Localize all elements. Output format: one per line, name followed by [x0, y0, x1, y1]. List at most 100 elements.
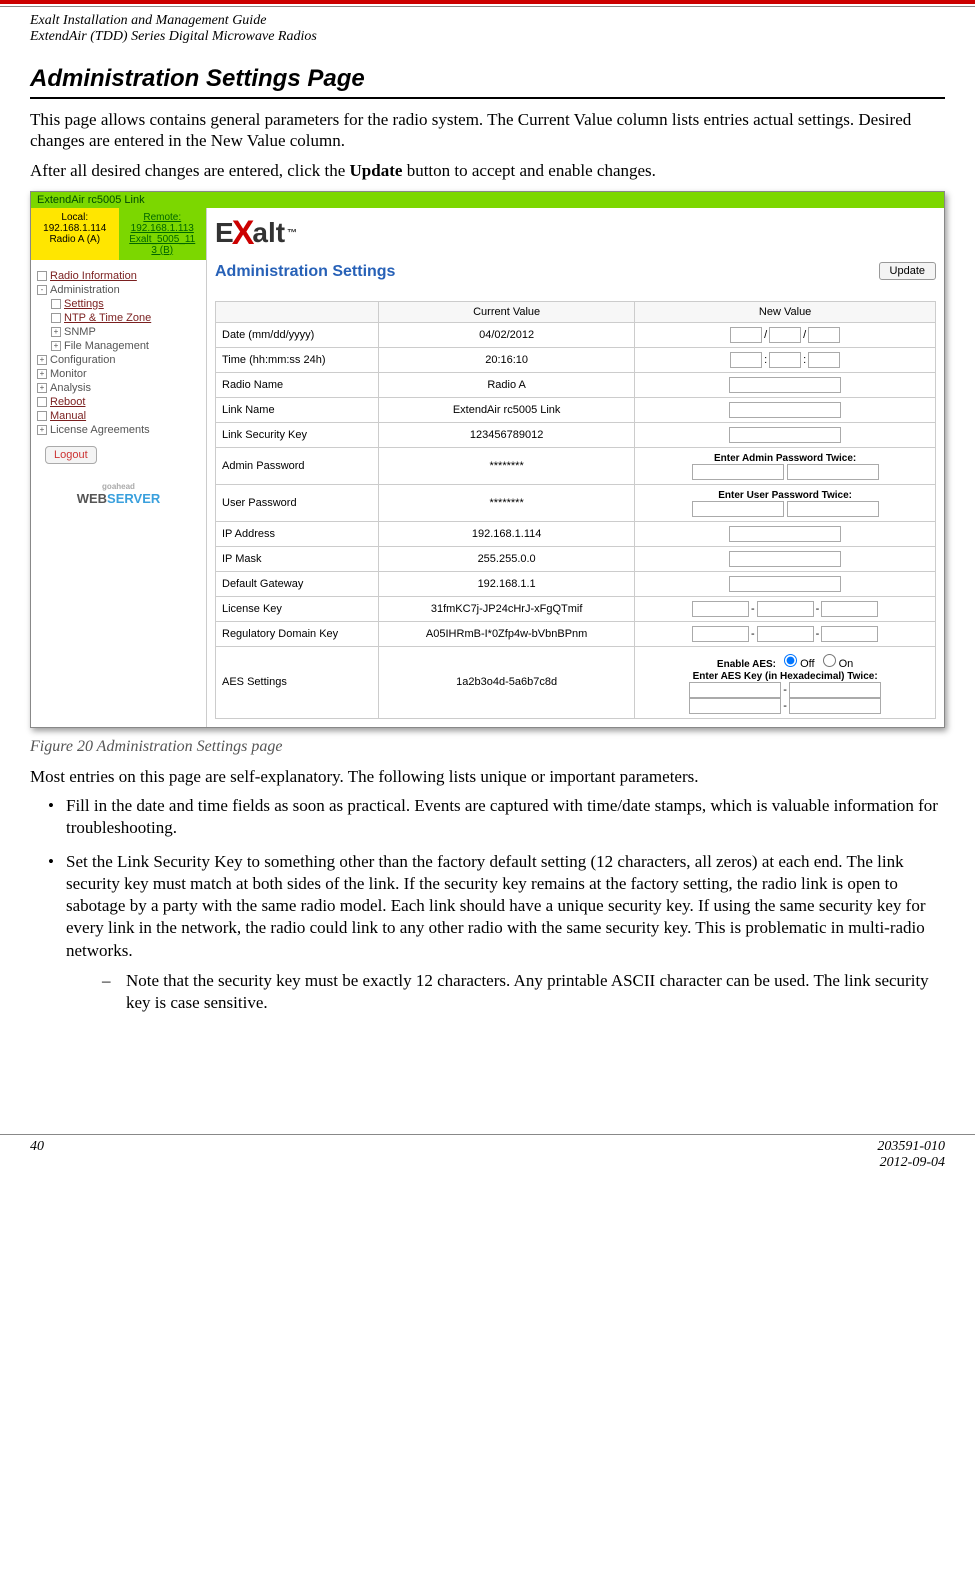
nav-configuration[interactable]: Configuration — [50, 354, 115, 366]
lic-input-2[interactable] — [757, 601, 814, 617]
tree-expand-icon[interactable]: + — [37, 425, 47, 435]
ip-input[interactable] — [729, 526, 841, 542]
header-guide: Exalt Installation and Management Guide — [30, 13, 945, 29]
aes-key-input-1b[interactable] — [789, 682, 881, 698]
aes-key-input-2b[interactable] — [789, 698, 881, 714]
aes-key-input-1a[interactable] — [689, 682, 781, 698]
row-lic-label: License Key — [216, 596, 379, 621]
admin-settings-screenshot: ExtendAir rc5005 Link Local: 192.168.1.1… — [30, 191, 945, 728]
bullet-datetime: Fill in the date and time fields as soon… — [48, 795, 945, 839]
tree-expand-icon[interactable]: + — [51, 327, 61, 337]
lsk-input[interactable] — [729, 427, 841, 443]
time-ss-input[interactable] — [808, 352, 840, 368]
row-reg-label: Regulatory Domain Key — [216, 621, 379, 646]
webserver-logo: goahead WEBSERVER — [37, 482, 200, 506]
row-date-value: 04/02/2012 — [379, 322, 635, 347]
tree-collapse-icon[interactable]: - — [37, 285, 47, 295]
row-mask-value: 255.255.0.0 — [379, 546, 635, 571]
tree-expand-icon[interactable]: + — [51, 341, 61, 351]
time-mm-input[interactable] — [769, 352, 801, 368]
row-reg-value: A05IHRmB-I*0Zfp4w-bVbnBPnm — [379, 621, 635, 646]
row-ip-label: IP Address — [216, 521, 379, 546]
left-sidebar: Local: 192.168.1.114 Radio A (A) Remote:… — [31, 208, 207, 727]
tree-expand-icon[interactable]: + — [37, 355, 47, 365]
local-radio-box[interactable]: Local: 192.168.1.114 Radio A (A) — [31, 208, 119, 260]
tree-expand-icon[interactable]: + — [37, 383, 47, 393]
row-ip-value: 192.168.1.114 — [379, 521, 635, 546]
nav-snmp[interactable]: SNMP — [64, 326, 96, 338]
nav-radio-information[interactable]: Radio Information — [50, 270, 137, 282]
reg-input-3[interactable] — [821, 626, 878, 642]
intro-paragraph-1: This page allows contains general parame… — [30, 109, 945, 152]
date-yyyy-input[interactable] — [808, 327, 840, 343]
nav-tree: Radio Information -Administration Settin… — [31, 260, 206, 514]
date-mm-input[interactable] — [730, 327, 762, 343]
row-date-label: Date (mm/dd/yyyy) — [216, 322, 379, 347]
adminpw-input-1[interactable] — [692, 464, 784, 480]
radioname-input[interactable] — [729, 377, 841, 393]
aes-key-input-2a[interactable] — [689, 698, 781, 714]
page-title: Administration Settings Page — [30, 65, 945, 99]
row-adminpw-value: ******** — [379, 447, 635, 484]
adminpw-input-2[interactable] — [787, 464, 879, 480]
row-adminpw-label: Admin Password — [216, 447, 379, 484]
header-product: ExtendAir (TDD) Series Digital Microwave… — [30, 29, 945, 45]
aes-on-radio[interactable] — [823, 654, 836, 667]
intro-paragraph-2: After all desired changes are entered, c… — [30, 160, 945, 181]
tree-icon — [37, 271, 47, 281]
nav-license-agreements[interactable]: License Agreements — [50, 424, 150, 436]
panel-title: Administration Settings — [215, 263, 879, 281]
row-lsk-value: 123456789012 — [379, 422, 635, 447]
footer-date: 2012-09-04 — [877, 1155, 945, 1171]
row-gw-label: Default Gateway — [216, 571, 379, 596]
reg-input-1[interactable] — [692, 626, 749, 642]
date-dd-input[interactable] — [769, 327, 801, 343]
reg-input-2[interactable] — [757, 626, 814, 642]
update-button[interactable]: Update — [879, 262, 936, 280]
nav-reboot[interactable]: Reboot — [50, 396, 85, 408]
row-radioname-value: Radio A — [379, 372, 635, 397]
col-current-value: Current Value — [379, 301, 635, 322]
tree-icon — [37, 411, 47, 421]
figure-caption: Figure 20 Administration Settings page — [30, 738, 945, 756]
footer-doc-number: 203591-010 — [877, 1139, 945, 1155]
userpw-input-2[interactable] — [787, 501, 879, 517]
tree-expand-icon[interactable]: + — [37, 369, 47, 379]
lic-input-1[interactable] — [692, 601, 749, 617]
row-linkname-label: Link Name — [216, 397, 379, 422]
col-new-value: New Value — [635, 301, 936, 322]
lic-input-3[interactable] — [821, 601, 878, 617]
time-hh-input[interactable] — [730, 352, 762, 368]
row-lic-value: 31fmKC7j-JP24cHrJ-xFgQTmif — [379, 596, 635, 621]
mask-input[interactable] — [729, 551, 841, 567]
logout-button[interactable]: Logout — [45, 446, 97, 464]
row-time-label: Time (hh:mm:ss 24h) — [216, 347, 379, 372]
nav-monitor[interactable]: Monitor — [50, 368, 87, 380]
nav-ntp-time-zone[interactable]: NTP & Time Zone — [64, 312, 151, 324]
exalt-logo: EXalt™ — [215, 214, 297, 253]
tree-icon — [37, 397, 47, 407]
nav-manual[interactable]: Manual — [50, 410, 86, 422]
row-linkname-value: ExtendAir rc5005 Link — [379, 397, 635, 422]
nav-file-management[interactable]: File Management — [64, 340, 149, 352]
gw-input[interactable] — [729, 576, 841, 592]
nav-administration[interactable]: Administration — [50, 284, 120, 296]
bullet-link-security-key: Set the Link Security Key to something o… — [48, 851, 945, 1014]
row-userpw-label: User Password — [216, 484, 379, 521]
tree-icon — [51, 313, 61, 323]
row-aes-value: 1a2b3o4d-5a6b7c8d — [379, 646, 635, 718]
row-radioname-label: Radio Name — [216, 372, 379, 397]
userpw-input-1[interactable] — [692, 501, 784, 517]
settings-table: Current Value New Value Date (mm/dd/yyyy… — [215, 301, 936, 719]
window-title-bar: ExtendAir rc5005 Link — [31, 192, 944, 208]
nav-analysis[interactable]: Analysis — [50, 382, 91, 394]
remote-radio-box[interactable]: Remote: 192.168.1.113 Exalt_5005_11 3 (B… — [119, 208, 207, 260]
post-figure-paragraph: Most entries on this page are self-expla… — [30, 766, 945, 787]
tree-icon — [51, 299, 61, 309]
aes-off-radio[interactable] — [784, 654, 797, 667]
row-lsk-label: Link Security Key — [216, 422, 379, 447]
linkname-input[interactable] — [729, 402, 841, 418]
row-gw-value: 192.168.1.1 — [379, 571, 635, 596]
nav-settings[interactable]: Settings — [64, 298, 104, 310]
row-userpw-value: ******** — [379, 484, 635, 521]
